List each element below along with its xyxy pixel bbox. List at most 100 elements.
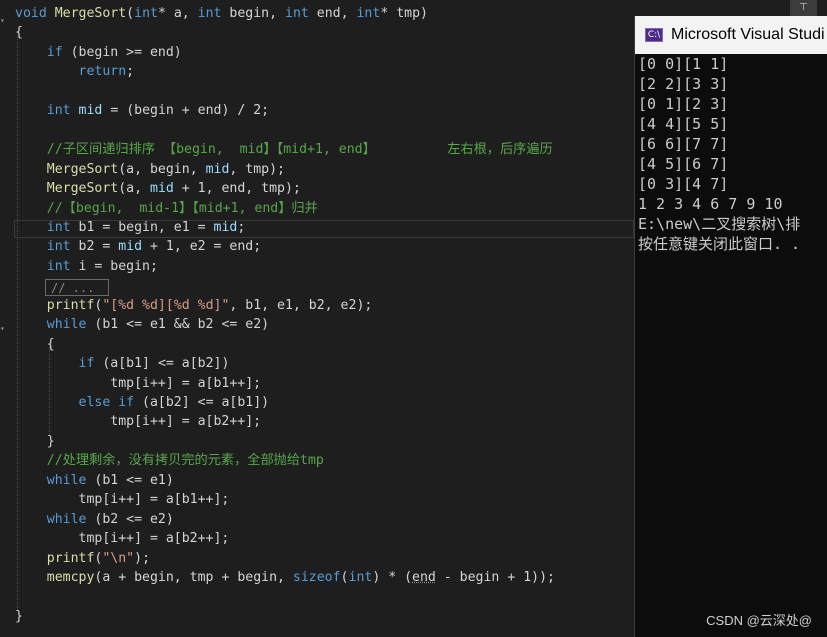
code-line[interactable]: if (a[b1] <= a[b2])	[15, 354, 230, 373]
console-output-line: 1 2 3 4 6 7 9 10	[638, 195, 783, 213]
code-token: while	[46, 317, 87, 333]
code-token: - begin + 1));	[435, 570, 555, 586]
code-line[interactable]: //子区间递归排序 【begin, mid】【mid+1, end】 左右根，后…	[15, 140, 553, 159]
code-line[interactable]: MergeSort(a, begin, mid, tmp);	[15, 160, 285, 179]
code-token: ) * (	[372, 570, 413, 586]
fold-marker[interactable]: ▾	[0, 17, 6, 25]
code-line[interactable]: tmp[i++] = a[b2++];	[15, 529, 230, 548]
code-token: (b1 <= e1)	[86, 472, 174, 488]
code-token: mid	[150, 181, 174, 197]
console-title: Microsoft Visual Studi	[671, 26, 825, 43]
code-line[interactable]: }	[15, 607, 23, 626]
code-line[interactable]: printf("[%d %d][%d %d]", b1, e1, b2, e2)…	[15, 296, 373, 315]
code-token: return	[78, 64, 127, 80]
code-token: int	[197, 6, 222, 21]
console-output-line: E:\new\二叉搜索树\排	[638, 215, 801, 233]
code-token: begin,	[221, 6, 286, 21]
console-output-line: [4 5][6 7]	[638, 155, 729, 173]
code-token: int	[46, 239, 71, 255]
code-line[interactable]: int b2 = mid + 1, e2 = end;	[15, 237, 261, 256]
code-token: tmp[i++] = a[b2++];	[15, 531, 230, 547]
code-token: tmp[i++] = a[b1++];	[15, 492, 230, 508]
code-token: b1 = begin, e1 =	[70, 219, 214, 235]
code-line[interactable]: tmp[i++] = a[b1++];	[15, 374, 261, 393]
code-token: end,	[308, 6, 357, 21]
console-output-line: 按任意键关闭此窗口. .	[638, 235, 801, 253]
code-token: MergeSort	[54, 6, 127, 21]
code-editor[interactable]: ▾ ▾ void MergeSort(int* a, int begin, in…	[0, 0, 636, 637]
console-window[interactable]: C:\ Microsoft Visual Studi [0 0][1 1] [2 …	[634, 16, 827, 637]
code-token: (a,	[118, 181, 150, 197]
code-token: end	[412, 570, 436, 586]
code-line[interactable]: tmp[i++] = a[b1++];	[15, 490, 230, 509]
console-titlebar[interactable]: C:\ Microsoft Visual Studi	[635, 16, 827, 54]
code-line[interactable]: void MergeSort(int* a, int begin, int en…	[15, 4, 428, 23]
console-output-line: [0 1][2 3]	[638, 95, 729, 113]
code-token: (a[b2] <= a[b1])	[134, 395, 270, 410]
pin-icon[interactable]: ⊤	[790, 0, 817, 16]
code-line[interactable]: if (begin >= end)	[15, 43, 182, 62]
console-output-line: [0 0][1 1]	[638, 55, 729, 73]
code-token: int	[46, 258, 71, 274]
code-line[interactable]: while (b1 <= e1 && b2 <= e2)	[15, 315, 269, 334]
code-line[interactable]: MergeSort(a, mid + 1, end, tmp);	[15, 179, 301, 198]
code-token: {	[15, 25, 23, 41]
code-token: printf	[46, 297, 95, 313]
code-line[interactable]: return;	[15, 62, 135, 81]
code-line[interactable]: int i = begin;	[15, 257, 158, 276]
code-token: ;	[126, 64, 135, 80]
code-token: (	[126, 6, 135, 21]
code-token: mid	[205, 161, 230, 177]
code-line[interactable]: {	[15, 23, 23, 42]
code-line[interactable]: int mid = (begin + end) / 2;	[15, 101, 269, 120]
code-token: //子区间递归排序 【begin, mid】【mid+1, end】 左右根，后…	[46, 142, 553, 158]
code-line[interactable]: while (b1 <= e1)	[15, 471, 174, 490]
code-line[interactable]: else if (a[b2] <= a[b1])	[15, 393, 270, 412]
collapsed-region[interactable]: // ...	[45, 279, 109, 296]
code-token: while	[46, 511, 87, 527]
code-token: mid	[213, 219, 238, 235]
code-line[interactable]: }	[15, 432, 55, 451]
code-line[interactable]: printf("\n");	[15, 549, 150, 568]
code-token: int	[285, 6, 309, 21]
console-output-line: [6 6][7 7]	[638, 135, 729, 153]
code-line[interactable]: //处理剩余，没有拷贝完的元素，全部抛给tmp	[15, 451, 324, 470]
code-token: (	[340, 570, 349, 586]
code-token: (a[b1] <= a[b2])	[94, 356, 230, 372]
code-token: (b1 <= e1 && b2 <= e2)	[86, 317, 270, 333]
fold-marker[interactable]: ▾	[0, 325, 6, 333]
code-line[interactable]: while (b2 <= e2)	[15, 510, 174, 529]
code-token: );	[134, 550, 151, 566]
code-line[interactable]: tmp[i++] = a[b2++];	[15, 412, 261, 431]
code-token: int	[46, 103, 71, 119]
code-line[interactable]: int b1 = begin, e1 = mid;	[15, 218, 246, 237]
console-output-line: [4 4][5 5]	[638, 115, 729, 133]
watermark: CSDN @云深处@	[706, 613, 812, 628]
code-token: mid	[118, 239, 143, 255]
code-token: }	[15, 608, 23, 624]
code-line[interactable]: memcpy(a + begin, tmp + begin, sizeof(in…	[15, 568, 555, 587]
console-output-line: [2 2][3 3]	[638, 75, 729, 93]
code-token: * tmp)	[380, 6, 428, 21]
code-line[interactable]: {	[15, 335, 55, 354]
code-line[interactable]: //【begin, mid-1】【mid+1, end】归并	[15, 199, 318, 218]
code-token: sizeof	[292, 570, 341, 586]
code-token: int	[348, 570, 373, 586]
code-token: = (begin + end) / 2;	[102, 103, 270, 119]
